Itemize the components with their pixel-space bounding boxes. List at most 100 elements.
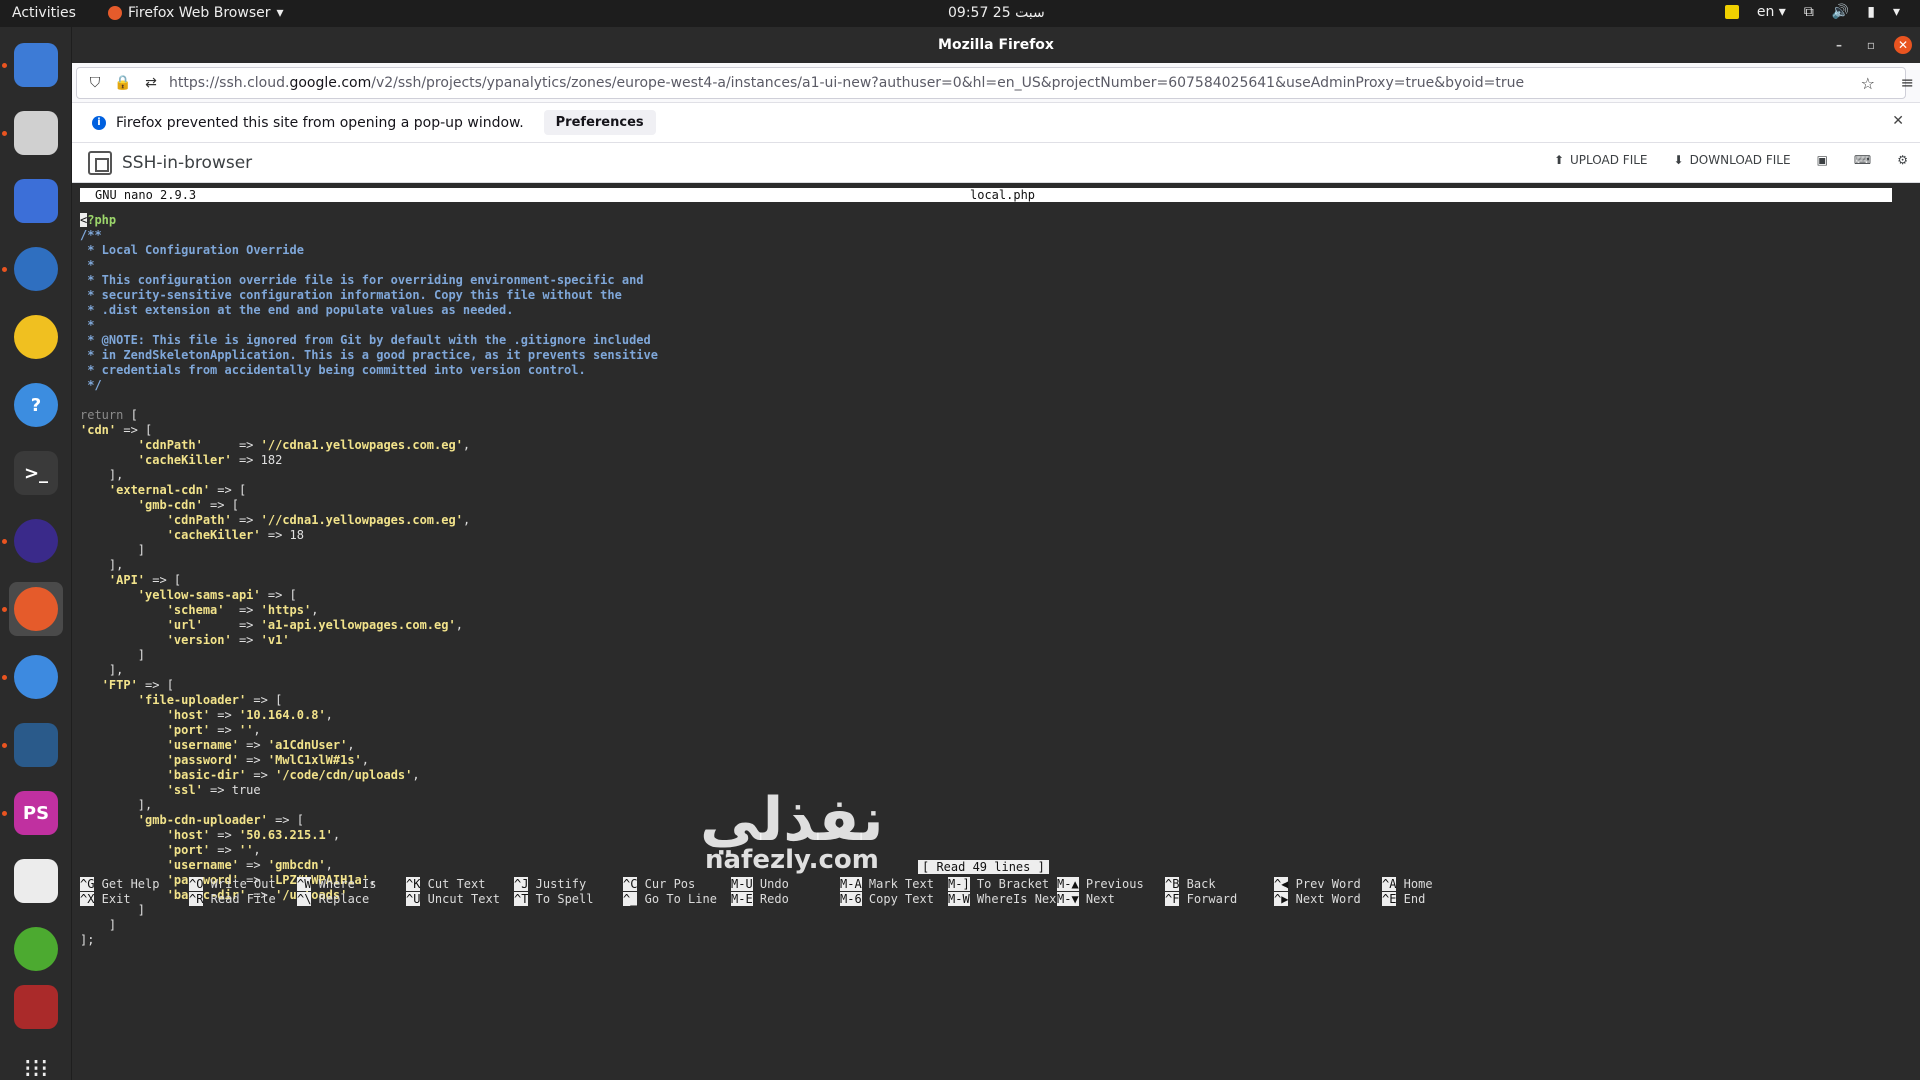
dock-red-app[interactable] [9, 980, 63, 1034]
dock-chrome[interactable] [9, 650, 63, 704]
nano-shortcut: ^K Cut Text ^U Uncut Text [406, 877, 500, 906]
code-line: return [ [80, 408, 138, 422]
dock-text-editor[interactable] [9, 854, 63, 908]
permissions-icon[interactable]: ⇄ [141, 73, 161, 93]
upload-icon: ⬆ [1553, 153, 1565, 167]
minimize-button[interactable]: – [1830, 36, 1848, 54]
settings-gear-icon[interactable]: ⚙ [1897, 153, 1908, 167]
code-editor[interactable]: <?php/** * Local Configuration Override … [80, 213, 658, 948]
code-line: 'cdn' => [ [80, 423, 153, 437]
nano-version: GNU nano 2.9.3 [95, 188, 197, 202]
running-indicator [2, 811, 7, 816]
watermark-url: nafezly.com [705, 845, 879, 875]
lock-icon[interactable]: 🔒 [113, 73, 133, 93]
window-titlebar[interactable]: Mozilla Firefox – ▫ ✕ [72, 27, 1920, 63]
bookmark-star-icon[interactable]: ☆ [1861, 74, 1875, 93]
nano-shortcut-bar: ^G Get Help ^X Exit ^O Write Out ^R Read Fi… [80, 877, 1900, 909]
preferences-button[interactable]: Preferences [543, 110, 656, 135]
code-line: * .dist extension at the end and populat… [80, 303, 514, 317]
nano-shortcut: ^W Where Is ^\ Replace [297, 877, 377, 906]
activities-button[interactable]: Activities [12, 5, 76, 21]
dock: ? >_ PS ⁝⁝⁝ [0, 27, 72, 1080]
navigation-bar: ⛉ 🔒 ⇄ https://ssh.cloud.google.com/v2/ss… [72, 63, 1920, 103]
show-apps-button[interactable]: ⁝⁝⁝ [9, 1042, 63, 1080]
code-line: ]; [80, 933, 95, 947]
text-editor-icon [14, 859, 58, 903]
url-bar[interactable]: ⛉ 🔒 ⇄ https://ssh.cloud.google.com/v2/ss… [76, 67, 1906, 99]
upload-file-button[interactable]: ⬆ UPLOAD FILE [1554, 153, 1648, 167]
code-line: 'gmb-cdn-uploader' => [ [137, 813, 304, 827]
ssh-title: SSH-in-browser [122, 152, 253, 173]
maximize-button[interactable]: ▫ [1862, 36, 1880, 54]
volume-icon[interactable]: 🔊 [1832, 4, 1849, 20]
running-indicator [2, 539, 7, 544]
dock-firefox[interactable] [9, 582, 63, 636]
url-text[interactable]: https://ssh.cloud.google.com/v2/ssh/proj… [169, 75, 1524, 91]
green-app-icon [14, 927, 58, 971]
dock-green-app[interactable] [9, 922, 63, 976]
code-line: ] [80, 918, 117, 932]
dock-rhythmbox[interactable] [9, 310, 63, 364]
nano-shortcut: M-U Undo M-E Redo [731, 877, 789, 906]
firefox-icon [108, 6, 122, 20]
tracking-shield-icon[interactable]: ⛉ [85, 73, 105, 93]
clock[interactable]: 09:57 25 سبت [948, 5, 1045, 21]
rhythmbox-icon [14, 315, 58, 359]
system-menu-chevron-icon[interactable]: ▾ [1893, 4, 1900, 20]
code-line: * [80, 318, 95, 332]
terminal[interactable]: GNU nano 2.9.3 local.php <?php/** * Loca… [72, 183, 1920, 1080]
nano-shortcut: ^J Justify ^T To Spell [514, 877, 594, 906]
running-indicator [2, 675, 7, 680]
code-line: ] [80, 543, 146, 557]
url-path: /v2/ssh/projects/ypanalytics/zones/europ… [371, 75, 1525, 91]
eclipse-icon [14, 519, 58, 563]
info-icon: i [92, 115, 106, 130]
download-label: DOWNLOAD FILE [1689, 153, 1791, 167]
close-window-button[interactable]: ✕ [1894, 36, 1912, 54]
dock-files[interactable] [9, 106, 63, 160]
code-line: 'external-cdn' => [ [108, 483, 247, 497]
code-line: 'version' => 'v1' [166, 633, 290, 647]
dock-screenshot[interactable] [9, 174, 63, 228]
code-line: 'file-uploader' => [ [137, 693, 283, 707]
code-line: ] [80, 648, 146, 662]
network-icon[interactable]: ⧉ [1804, 4, 1814, 20]
dock-terminal[interactable]: >_ [9, 446, 63, 500]
chrome-icon [14, 655, 58, 699]
compute-chip-icon [88, 150, 112, 175]
dock-mysql-workbench[interactable] [9, 718, 63, 772]
firefox-window: Mozilla Firefox – ▫ ✕ ⛉ 🔒 ⇄ https://ssh.… [72, 27, 1920, 1080]
code-line: 'cdnPath' => '//cdna1.yellowpages.com.eg… [166, 513, 471, 527]
nano-shortcut: ^O Write Out ^R Read File [189, 877, 276, 906]
nano-shortcut: ^◀ Prev Word ^▶ Next Word [1274, 877, 1361, 906]
dock-eclipse[interactable] [9, 514, 63, 568]
code-line: ], [80, 798, 153, 812]
phpstorm-icon: PS [14, 791, 58, 835]
feedback-icon[interactable]: ▣ [1817, 153, 1828, 167]
firefox-icon [14, 587, 58, 631]
screenshot-icon [14, 179, 58, 223]
keyboard-icon[interactable]: ⌨ [1854, 153, 1871, 167]
language-indicator[interactable]: en ▾ [1757, 4, 1786, 20]
download-file-button[interactable]: ⬇ DOWNLOAD FILE [1674, 153, 1791, 167]
code-line: * Local Configuration Override [80, 243, 304, 257]
battery-icon[interactable]: ▮ [1867, 4, 1875, 20]
dock-phpstorm[interactable]: PS [9, 786, 63, 840]
running-indicator [2, 267, 7, 272]
code-line: 'username' => 'a1CdnUser', [166, 738, 355, 752]
code-line: * @NOTE: This file is ignored from Git b… [80, 333, 651, 347]
running-indicator [2, 131, 7, 136]
dock-software-updater[interactable] [9, 38, 63, 92]
code-line: 'cacheKiller' => 18 [166, 528, 304, 542]
hamburger-menu-icon[interactable]: ≡ [1901, 73, 1914, 92]
close-notification-icon[interactable]: ✕ [1892, 113, 1904, 129]
code-line: 'basic-dir' => '/code/cdn/uploads', [166, 768, 420, 782]
notes-icon[interactable] [1724, 5, 1739, 19]
code-line: */ [80, 378, 102, 392]
app-menu[interactable]: Firefox Web Browser ▾ [108, 5, 284, 21]
running-indicator [2, 607, 7, 612]
language-label: en [1756, 4, 1775, 20]
code-line: ], [80, 663, 124, 677]
dock-help[interactable]: ? [9, 378, 63, 432]
dock-thunderbird[interactable] [9, 242, 63, 296]
